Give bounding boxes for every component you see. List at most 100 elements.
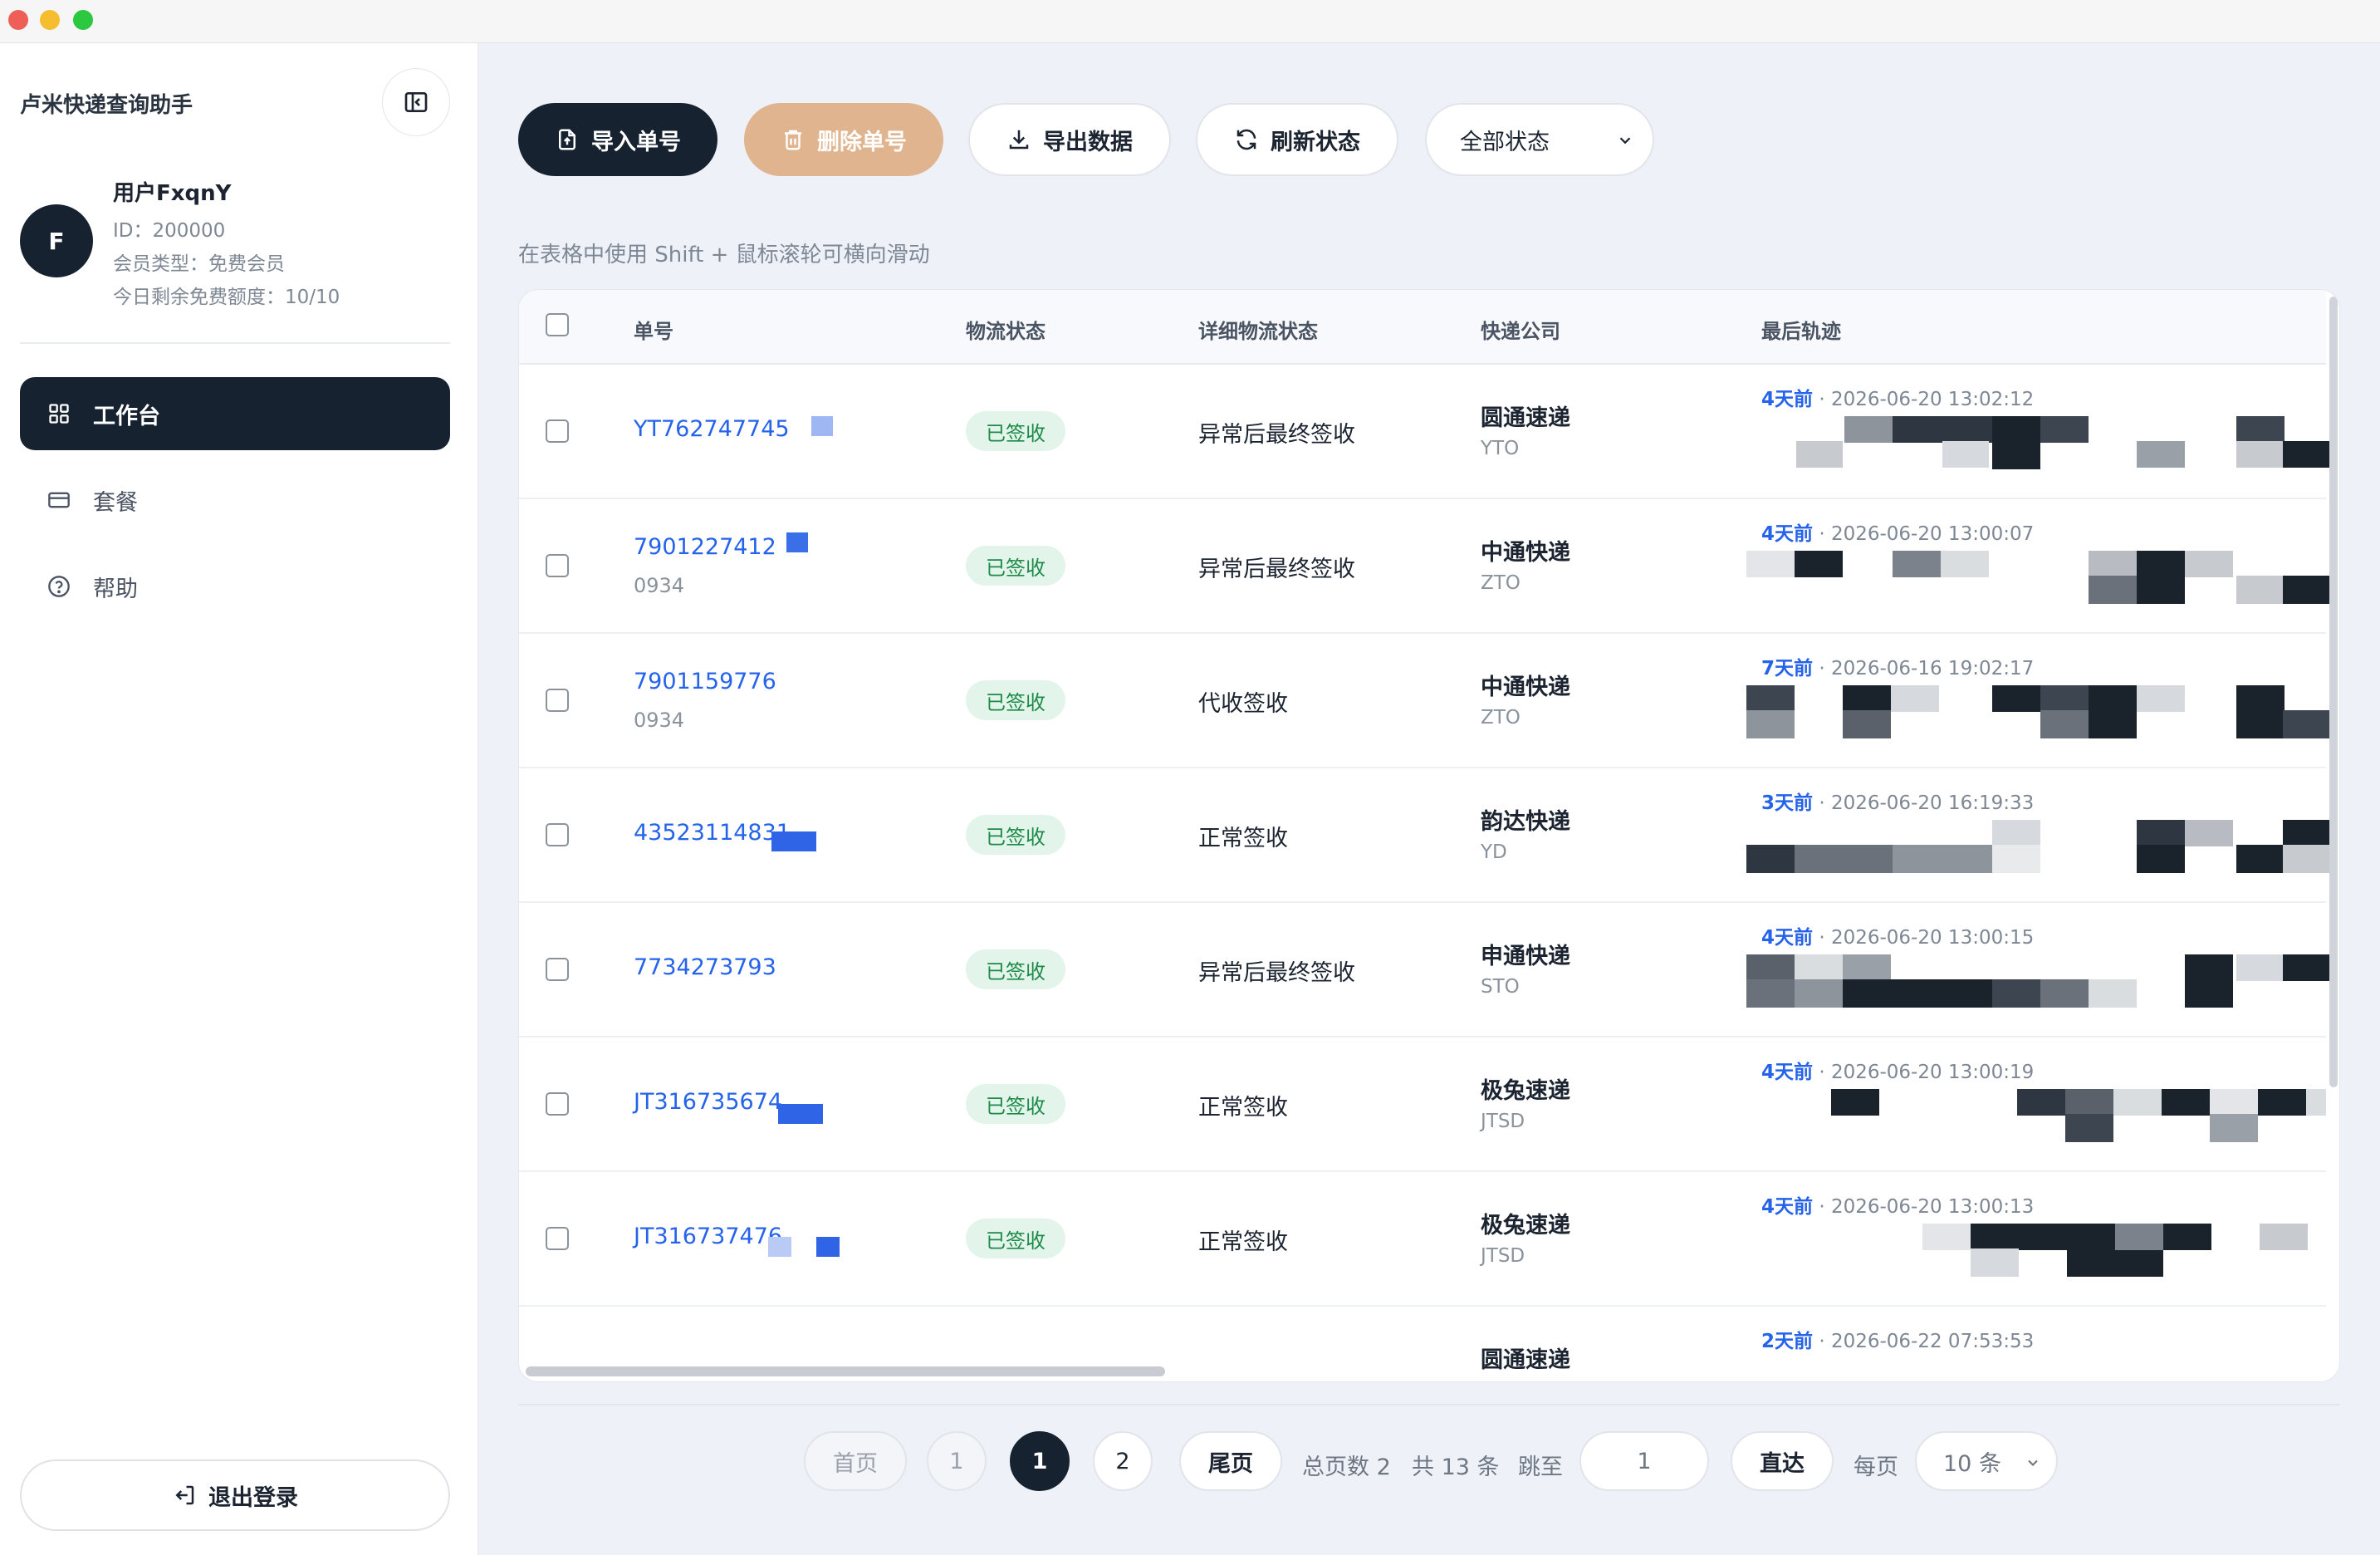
detail-status: 正常签收: [1198, 1229, 1288, 1255]
jump-page-input[interactable]: 1: [1579, 1431, 1709, 1491]
detail-status: 正常签收: [1198, 826, 1288, 851]
chevron-down-icon: [1619, 137, 1631, 145]
current-page-button[interactable]: 1: [1010, 1431, 1070, 1491]
header-detail: 详细物流状态: [1198, 320, 1318, 343]
detail-status: 异常后最终签收: [1198, 960, 1355, 986]
timestamp: 2026-06-20 16:19:33: [1830, 792, 2035, 814]
collapse-sidebar-button[interactable]: [382, 68, 450, 136]
carrier-code: STO: [1481, 976, 1520, 998]
sidebar-item-help[interactable]: 帮助: [20, 550, 450, 623]
tracking-number-link[interactable]: 7901159776: [634, 669, 776, 694]
row-checkbox[interactable]: [546, 1227, 569, 1250]
table-header: 单号 物流状态 详细物流状态 快递公司 最后轨迹: [519, 290, 2326, 365]
tracking-number-link[interactable]: JT316735674: [634, 1089, 782, 1115]
refresh-button[interactable]: 刷新状态: [1196, 103, 1398, 176]
tracking-number-link[interactable]: 43523114831: [634, 820, 791, 846]
row-checkbox[interactable]: [546, 1092, 569, 1116]
row-checkbox[interactable]: [546, 823, 569, 846]
last-page-button[interactable]: 尾页: [1179, 1431, 1282, 1491]
status-filter-select[interactable]: 全部状态: [1425, 103, 1654, 176]
carrier-name: 申通快递: [1481, 944, 1570, 969]
redacted-block: [786, 532, 808, 552]
shipments-table: 单号 物流状态 详细物流状态 快递公司 最后轨迹 YT762747745 已签收…: [518, 289, 2340, 1382]
table-row[interactable]: 7901159776 0934 已签收 代收签收 中通快递 ZTO 7天前 · …: [519, 634, 2329, 768]
import-label: 导入单号: [591, 129, 681, 155]
time-ago: 4天前: [1761, 523, 1814, 545]
detail-status: 异常后最终签收: [1198, 557, 1355, 582]
export-button[interactable]: 导出数据: [968, 103, 1171, 176]
first-page-button[interactable]: 首页: [804, 1431, 907, 1491]
time-ago: 4天前: [1761, 1062, 1814, 1083]
sidebar-item-plans[interactable]: 套餐: [20, 464, 450, 537]
table-row[interactable]: JT316735674 已签收 正常签收 极兔速递 JTSD 4天前 · 202…: [519, 1037, 2326, 1172]
go-button[interactable]: 直达: [1731, 1431, 1834, 1491]
table-row[interactable]: 7901227412 0934 已签收 异常后最终签收 中通快递 ZTO 4天前…: [519, 499, 2329, 634]
header-status: 物流状态: [966, 320, 1046, 343]
row-checkbox[interactable]: [546, 958, 569, 981]
total-items: 共 13 条: [1412, 1454, 1500, 1480]
app-title: 卢米快递查询助手: [20, 93, 193, 118]
redacted-track-text: [1746, 954, 2329, 1014]
timestamp: 2026-06-20 13:00:19: [1830, 1062, 2035, 1083]
row-checkbox[interactable]: [546, 419, 569, 443]
free-quota: 今日剩余免费额度：10/10: [113, 287, 340, 308]
timestamp: 2026-06-20 13:00:15: [1830, 927, 2035, 949]
sidebar-divider: [20, 342, 450, 344]
logout-button[interactable]: 退出登录: [20, 1459, 450, 1531]
sidebar-item-label: 帮助: [93, 576, 138, 602]
jump-label: 跳至: [1518, 1454, 1563, 1480]
sidebar-item-label: 套餐: [93, 489, 138, 516]
delete-label: 删除单号: [817, 129, 907, 155]
tracking-number-link[interactable]: JT316737476: [634, 1224, 782, 1249]
tracking-number-link[interactable]: YT762747745: [634, 416, 790, 442]
detail-status: 异常后最终签收: [1198, 422, 1355, 448]
carrier-name: 极兔速递: [1481, 1213, 1570, 1239]
time-ago: 3天前: [1761, 792, 1814, 814]
table-row[interactable]: YT762747745 已签收 异常后最终签收 圆通速递 YTO 4天前 · 2…: [519, 365, 2329, 499]
tracking-number-suffix: 0934: [634, 709, 685, 732]
sidebar-item-label: 工作台: [93, 403, 160, 429]
vertical-scrollbar[interactable]: [2329, 297, 2338, 1087]
refresh-label: 刷新状态: [1271, 129, 1360, 155]
status-badge: 已签收: [966, 1084, 1065, 1124]
horizontal-scrollbar[interactable]: [526, 1366, 1165, 1376]
redacted-track-text: [1746, 685, 2329, 745]
redacted-track-text: [1746, 416, 2329, 476]
help-circle-icon: [47, 574, 71, 599]
tracking-number-link[interactable]: 7734273793: [634, 954, 776, 980]
delete-button[interactable]: 删除单号: [744, 103, 943, 176]
table-row[interactable]: 7734273793 已签收 异常后最终签收 申通快递 STO 4天前 · 20…: [519, 903, 2329, 1037]
sidebar: 卢米快递查询助手 F 用户FxqnY ID：200000 会员类型：免费会员 今…: [0, 43, 478, 1555]
select-all-checkbox[interactable]: [546, 313, 569, 336]
carrier-code: YTO: [1481, 438, 1520, 459]
user-name: 用户FxqnY: [113, 181, 232, 206]
status-badge: 已签收: [966, 1219, 1065, 1258]
table-row[interactable]: 43523114831 已签收 正常签收 韵达快递 YD 3天前 · 2026-…: [519, 768, 2329, 903]
status-filter-value: 全部状态: [1460, 129, 1550, 155]
close-window-button[interactable]: [8, 10, 28, 30]
row-checkbox[interactable]: [546, 554, 569, 577]
download-icon: [1006, 127, 1031, 152]
minimize-window-button[interactable]: [40, 10, 60, 30]
pagination-divider: [518, 1404, 2340, 1405]
timestamp: 2026-06-20 13:02:12: [1830, 389, 2035, 410]
carrier-name: 圆通速递: [1481, 1347, 1570, 1373]
timestamp: 2026-06-16 19:02:17: [1830, 658, 2035, 679]
per-page-select[interactable]: 10 条: [1915, 1431, 2058, 1491]
redacted-block: [768, 1237, 791, 1257]
total-pages: 总页数 2: [1302, 1454, 1391, 1480]
detail-status: 正常签收: [1198, 1095, 1288, 1121]
zoom-window-button[interactable]: [73, 10, 93, 30]
last-track-time: 4天前 · 2026-06-20 13:00:07: [1761, 523, 2035, 545]
time-ago: 7天前: [1761, 658, 1814, 679]
carrier-code: YD: [1481, 841, 1507, 863]
tracking-number-link[interactable]: 7901227412: [634, 534, 776, 560]
page-1-muted-button[interactable]: 1: [927, 1431, 987, 1491]
card-icon: [47, 488, 71, 513]
import-button[interactable]: 导入单号: [518, 103, 717, 176]
row-checkbox[interactable]: [546, 689, 569, 712]
sidebar-item-workbench[interactable]: 工作台: [20, 377, 450, 450]
page-2-button[interactable]: 2: [1093, 1431, 1153, 1491]
table-row[interactable]: JT316737476 已签收 正常签收 极兔速递 JTSD 4天前 · 202…: [519, 1172, 2326, 1307]
carrier-name: 圆通速递: [1481, 405, 1570, 431]
